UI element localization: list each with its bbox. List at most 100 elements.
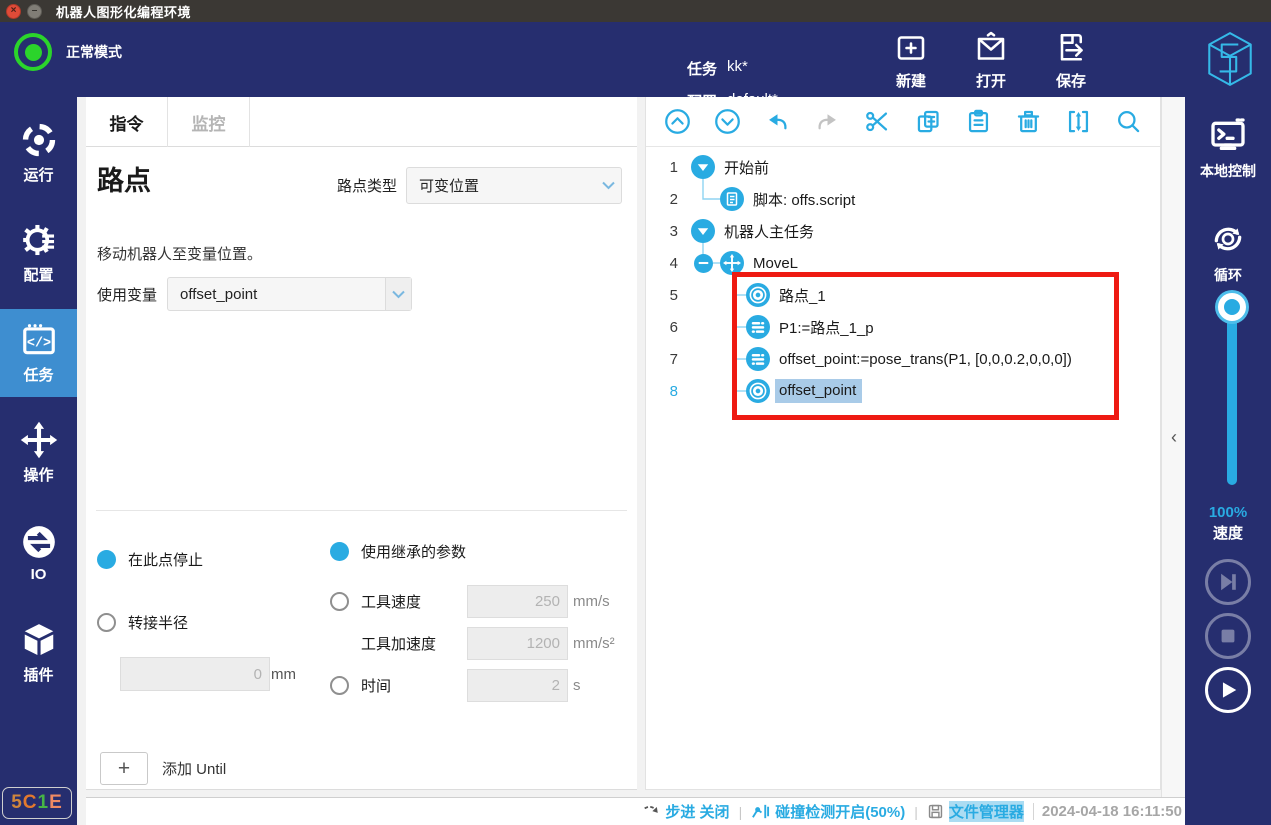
- collapse-nodes-button[interactable]: [1064, 107, 1094, 137]
- chevron-down-icon: [385, 278, 411, 310]
- right-sidebar: 本地控制 循环 100% 速度: [1185, 97, 1271, 825]
- tree-node-label[interactable]: MoveL: [753, 255, 798, 272]
- redo-button[interactable]: [813, 107, 843, 137]
- collapse-minus-icon[interactable]: [694, 254, 713, 273]
- loop-button[interactable]: 循环: [1185, 219, 1271, 285]
- variable-select[interactable]: offset_point: [167, 277, 412, 311]
- blend-radius-label: 转接半径: [128, 612, 188, 633]
- tool-speed-input[interactable]: [467, 585, 568, 618]
- sidebar-item-label: IO: [31, 566, 47, 583]
- tree-row[interactable]: 6 P1:=路点_1_p: [646, 311, 1160, 343]
- mode-label: 正常模式: [66, 42, 122, 62]
- panel-collapse-strip[interactable]: ‹: [1161, 97, 1185, 797]
- file-manager-button[interactable]: 文件管理器: [927, 801, 1024, 822]
- tree-row[interactable]: 4 MoveL: [646, 247, 1160, 279]
- inherit-params-radio-row[interactable]: 使用继承的参数: [330, 541, 466, 562]
- move-up-button[interactable]: [662, 107, 692, 137]
- radio-selected-icon[interactable]: [330, 542, 349, 561]
- radio-unselected-icon[interactable]: [97, 613, 116, 632]
- sidebar-item-task[interactable]: </> 任务: [0, 309, 77, 397]
- line-number: 2: [646, 191, 678, 208]
- tree-row[interactable]: 7 offset_point:=pose_trans(P1, [0,0,0.2,…: [646, 343, 1160, 375]
- tree-row-selected[interactable]: 8 offset_point: [646, 375, 1160, 407]
- collapse-node-icon[interactable]: [691, 219, 715, 243]
- copy-button[interactable]: [913, 107, 943, 137]
- tree-row[interactable]: 2 脚本: offs.script: [646, 183, 1160, 215]
- step-mode-status[interactable]: 步进 关闭: [642, 801, 729, 822]
- close-icon[interactable]: ×: [6, 4, 21, 19]
- stop-here-radio-row[interactable]: 在此点停止: [97, 549, 203, 570]
- status-separator: |: [739, 804, 743, 820]
- circle-up-icon: [664, 108, 691, 135]
- search-button[interactable]: [1114, 107, 1144, 137]
- radio-unselected-icon[interactable]: [330, 592, 349, 611]
- mode-status-icon: [14, 33, 52, 71]
- status-separator: |: [914, 804, 918, 820]
- gear-icon: [20, 221, 58, 259]
- tree-row[interactable]: 1 开始前: [646, 151, 1160, 183]
- sidebar-item-operate[interactable]: 操作: [0, 409, 77, 497]
- collapse-node-icon[interactable]: [691, 155, 715, 179]
- tree-node-label[interactable]: 脚本: offs.script: [753, 189, 855, 210]
- assignment-node-icon[interactable]: [746, 315, 770, 339]
- assignment-node-icon[interactable]: [746, 347, 770, 371]
- save-button[interactable]: 保存: [1039, 30, 1103, 91]
- speed-slider-track[interactable]: [1227, 309, 1237, 485]
- header: 正常模式 任务 kk* 配置 default* 新建 打开 保存: [0, 22, 1271, 97]
- local-control-button[interactable]: 本地控制: [1185, 115, 1271, 181]
- line-number: 6: [646, 319, 678, 336]
- tree-node-label[interactable]: 路点_1: [779, 285, 826, 306]
- tree-node-label[interactable]: offset_point:=pose_trans(P1, [0,0,0.2,0,…: [779, 351, 1072, 368]
- sidebar-item-run[interactable]: 运行: [0, 109, 77, 197]
- stop-button[interactable]: [1205, 613, 1251, 659]
- mode-indicator-group: 正常模式: [14, 33, 122, 71]
- tab-instruction[interactable]: 指令: [86, 97, 168, 147]
- script-node-icon[interactable]: [720, 187, 744, 211]
- open-button[interactable]: 打开: [959, 30, 1023, 91]
- tree-node-label[interactable]: offset_point: [775, 379, 862, 403]
- tree-node-label[interactable]: 开始前: [724, 157, 769, 178]
- run-icon: [20, 121, 58, 159]
- device-code-char: E: [49, 792, 63, 814]
- radio-selected-icon[interactable]: [97, 550, 116, 569]
- paste-button[interactable]: [963, 107, 993, 137]
- tree-row[interactable]: 3 机器人主任务: [646, 215, 1160, 247]
- radio-unselected-icon[interactable]: [330, 676, 349, 695]
- new-button[interactable]: 新建: [879, 30, 943, 91]
- tool-accel-input[interactable]: [467, 627, 568, 660]
- add-until-button[interactable]: +: [100, 752, 148, 785]
- movel-node-icon[interactable]: [720, 251, 744, 275]
- play-icon: [1217, 679, 1239, 701]
- tree-node-label[interactable]: P1:=路点_1_p: [779, 317, 874, 338]
- undo-button[interactable]: [762, 107, 792, 137]
- delete-button[interactable]: [1014, 107, 1044, 137]
- tree-row[interactable]: 5 路点_1: [646, 279, 1160, 311]
- tab-monitor[interactable]: 监控: [168, 97, 250, 147]
- line-number: 7: [646, 351, 678, 368]
- copy-icon: [915, 108, 942, 135]
- waypoint-node-icon[interactable]: [746, 379, 770, 403]
- window-title: 机器人图形化编程环境: [56, 2, 191, 21]
- speed-slider-knob[interactable]: [1218, 293, 1246, 321]
- blend-radius-radio-row[interactable]: 转接半径: [97, 612, 188, 633]
- tree-node-label[interactable]: 机器人主任务: [724, 221, 814, 242]
- sidebar-item-label: 操作: [23, 464, 53, 485]
- sidebar-item-config[interactable]: 配置: [0, 209, 77, 297]
- step-forward-button[interactable]: [1205, 559, 1251, 605]
- time-input[interactable]: [467, 669, 568, 702]
- cut-button[interactable]: [863, 107, 893, 137]
- stop-icon: [1217, 625, 1239, 647]
- blend-radius-input-row: mm: [120, 657, 296, 691]
- waypoint-type-select[interactable]: 可变位置: [406, 167, 622, 204]
- sidebar-item-plugin[interactable]: 插件: [0, 609, 77, 697]
- tool-speed-label: 工具速度: [361, 591, 467, 612]
- play-button[interactable]: [1205, 667, 1251, 713]
- sidebar-item-io[interactable]: IO: [0, 509, 77, 597]
- minimize-icon[interactable]: –: [27, 4, 42, 19]
- file-manager-icon: [927, 803, 944, 820]
- collision-detect-status[interactable]: 碰撞检测开启(50%): [751, 801, 905, 822]
- collapse-left-icon[interactable]: ‹: [1162, 427, 1186, 448]
- waypoint-node-icon[interactable]: [746, 283, 770, 307]
- blend-radius-input[interactable]: [120, 657, 270, 691]
- move-down-button[interactable]: [712, 107, 742, 137]
